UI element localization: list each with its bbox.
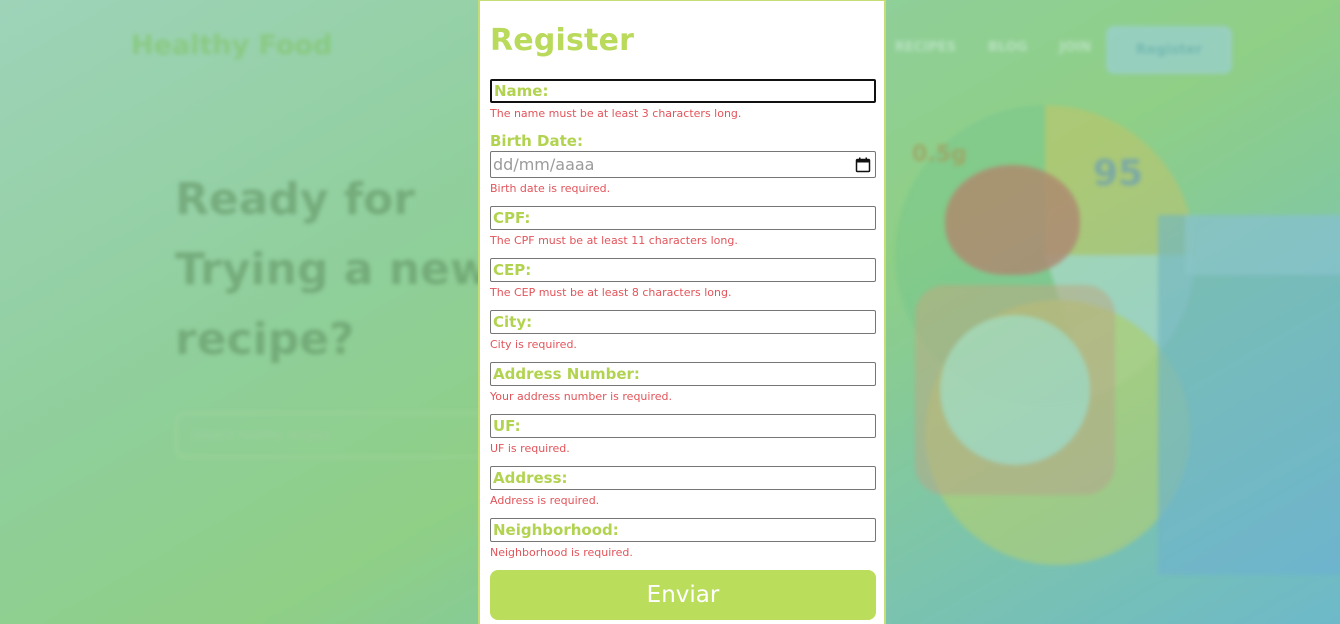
hero-line: Ready for <box>175 174 415 225</box>
hero-search-input[interactable]: Search healthy recipes <box>175 412 505 458</box>
nav-item-join[interactable]: JOIN <box>1060 40 1092 55</box>
neighborhood-error: Neighborhood is required. <box>490 546 633 559</box>
register-panel: Register Name: The name must be at least… <box>478 0 886 624</box>
uf-error: UF is required. <box>490 442 570 455</box>
cep-error: The CEP must be at least 8 characters lo… <box>490 286 732 299</box>
uf-field-group: UF: UF is required. <box>490 414 876 455</box>
birth-date-placeholder: dd/mm/aaaa <box>493 155 595 174</box>
neighborhood-field-group: Neighborhood: Neighborhood is required. <box>490 518 876 559</box>
city-input[interactable]: City: <box>490 310 876 334</box>
cpf-field-group: CPF: The CPF must be at least 11 charact… <box>490 206 876 247</box>
city-error: City is required. <box>490 338 577 351</box>
page: Healthy Food RECIPES BLOG JOIN Register … <box>0 0 1340 624</box>
address-number-input[interactable]: Address Number: <box>490 362 876 386</box>
nav-item-blog[interactable]: BLOG <box>988 40 1027 55</box>
birth-date-input[interactable]: dd/mm/aaaa <box>490 151 876 178</box>
illustration-milk-box-top <box>1185 215 1340 275</box>
brand-logo: Healthy Food <box>131 30 333 61</box>
submit-button[interactable]: Enviar <box>490 570 876 620</box>
nav-item-recipes[interactable]: RECIPES <box>895 40 956 55</box>
birth-date-error: Birth date is required. <box>490 182 611 195</box>
illustration-stat-big: 95 <box>1093 153 1144 194</box>
uf-input[interactable]: UF: <box>490 414 876 438</box>
register-title: Register <box>490 23 635 58</box>
name-error: The name must be at least 3 characters l… <box>490 107 742 120</box>
illustration-apple <box>945 165 1080 275</box>
address-error: Address is required. <box>490 494 600 507</box>
top-nav: RECIPES BLOG JOIN <box>895 40 1091 55</box>
hero-line: Trying a new <box>175 244 491 295</box>
name-input[interactable]: Name: <box>490 79 876 103</box>
illustration-stat-small: 0.5g <box>912 142 967 167</box>
hero-heading: Ready for Trying a new recipe? <box>175 165 491 375</box>
cep-field-group: CEP: The CEP must be at least 8 characte… <box>490 258 876 299</box>
birth-date-field-group: Birth Date: dd/mm/aaaa Birth date is req… <box>490 131 876 195</box>
city-field-group: City: City is required. <box>490 310 876 351</box>
name-field-group: Name: The name must be at least 3 charac… <box>490 79 876 120</box>
address-field-group: Address: Address is required. <box>490 466 876 507</box>
cpf-input[interactable]: CPF: <box>490 206 876 230</box>
address-number-error: Your address number is required. <box>490 390 672 403</box>
calendar-icon[interactable] <box>855 157 871 173</box>
birth-date-label: Birth Date: <box>490 132 583 150</box>
cpf-error: The CPF must be at least 11 characters l… <box>490 234 738 247</box>
address-input[interactable]: Address: <box>490 466 876 490</box>
cep-input[interactable]: CEP: <box>490 258 876 282</box>
address-number-field-group: Address Number: Your address number is r… <box>490 362 876 403</box>
neighborhood-input[interactable]: Neighborhood: <box>490 518 876 542</box>
nav-register-button[interactable]: Register <box>1106 26 1232 74</box>
illustration-clock <box>940 315 1090 465</box>
hero-line: recipe? <box>175 314 355 365</box>
